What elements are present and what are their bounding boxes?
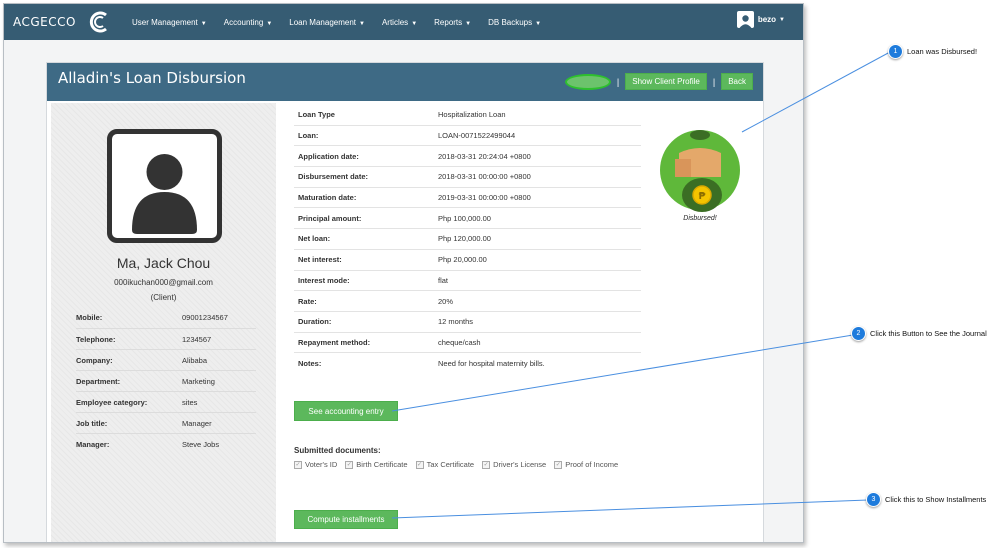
checkbox-checked-icon: ✓ [345, 460, 354, 469]
checkbox-checked-icon: ✓ [554, 460, 563, 469]
callout-1: 1 Loan was Disbursed! [888, 44, 977, 59]
loan-row: Maturation date: 2019-03-31 00:00:00 +080… [294, 188, 641, 209]
doc-birth-certificate[interactable]: ✓ Birth Certificate [345, 460, 408, 469]
user-avatar-icon [736, 11, 754, 28]
loan-row: Notes: Need for hospital maternity bills. [298, 359, 545, 369]
brand-name: ACGECCO [13, 15, 76, 29]
separator: | [712, 76, 716, 87]
loan-row: Loan Type Hospitalization Loan [294, 105, 641, 126]
info-row-mobile: Mobile: 09001234567 [76, 313, 228, 322]
caret-down-icon: ▼ [411, 20, 418, 27]
app-window: ACGECCO User Management ▼ Accounting ▼ Loa… [3, 3, 804, 543]
info-row-job-title: Job title: Manager [76, 412, 256, 433]
caret-down-icon: ▼ [779, 16, 785, 23]
person-silhouette-icon [132, 154, 197, 234]
separator: | [616, 76, 620, 87]
caret-down-icon: ▼ [535, 20, 542, 27]
submitted-documents-title: Submitted documents: [294, 446, 381, 455]
user-name: bezo [757, 15, 777, 24]
client-name: Ma, Jack Chou [116, 255, 211, 271]
loan-disbursion-panel: Alladin's Loan Disbursion | Show Client … [46, 62, 764, 542]
compute-installments-button[interactable]: Compute installments [294, 510, 398, 529]
checkbox-checked-icon: ✓ [482, 460, 491, 469]
loan-row: Application date: 2018-03-31 20:24:04 +08… [294, 146, 641, 168]
info-row-company: Company: Alibaba [76, 349, 256, 370]
callout-text: Loan was Disbursed! [907, 47, 978, 56]
callout-text: Click this to Show Installments [885, 495, 987, 504]
nav-articles[interactable]: Articles ▼ [382, 18, 417, 27]
brand-logo-icon [89, 11, 107, 33]
doc-voters-id[interactable]: ✓ Voter's ID [294, 460, 337, 469]
callout-number: 1 [888, 44, 903, 59]
disbursed-money-bag-icon: ₱ [660, 130, 740, 212]
client-avatar [107, 129, 222, 243]
page-title: Alladin's Loan Disbursion [58, 69, 246, 87]
nav-loan-management[interactable]: Loan Management ▼ [289, 18, 365, 27]
info-row-employee-category: Employee category: sites [76, 391, 256, 412]
info-row-telephone: Telephone: 1234567 [76, 328, 256, 349]
doc-drivers-license[interactable]: ✓ Driver's License [482, 460, 546, 469]
back-button[interactable]: Back [721, 73, 753, 90]
info-row-department: Department: Marketing [76, 370, 256, 391]
loan-details-table: Loan Type Hospitalization Loan Loan: LOAN-… [294, 105, 641, 374]
doc-proof-of-income[interactable]: ✓ Proof of Income [554, 460, 618, 469]
brand[interactable]: ACGECCO [13, 9, 112, 35]
client-info-table: Mobile: 09001234567 Telephone: 1234567 Com… [76, 307, 256, 454]
disbursed-status-label: Disbursed! [683, 215, 717, 222]
callout-number: 3 [866, 492, 881, 507]
callout-2: 2 Click this Button to See the Journal [851, 326, 987, 341]
main-menu: User Management ▼ Accounting ▼ Loan Manage… [132, 18, 558, 27]
loan-row: Principal amount: Php 100,000.00 [294, 208, 641, 230]
callout-3: 3 Click this to Show Installments [866, 492, 986, 507]
loan-row: Rate: 20% [294, 291, 641, 312]
header-actions: | Show Client Profile | Back [564, 73, 753, 90]
highlighted-action-button[interactable] [564, 73, 611, 90]
callout-number: 2 [851, 326, 866, 341]
caret-down-icon: ▼ [465, 20, 472, 27]
panel-header: Alladin's Loan Disbursion | Show Client … [47, 63, 763, 101]
user-menu[interactable]: bezo ▼ [736, 11, 785, 28]
nav-reports[interactable]: Reports ▼ [434, 18, 471, 27]
caret-down-icon: ▼ [200, 20, 207, 27]
coin-symbol: ₱ [699, 191, 706, 202]
checkbox-checked-icon: ✓ [415, 460, 424, 469]
info-row-manager: Manager: Steve Jobs [76, 433, 256, 454]
submitted-documents-list: ✓ Voter's ID ✓ Birth Certificate ✓ Tax Cert… [294, 460, 626, 469]
loan-row: Duration: 12 months [294, 312, 641, 333]
show-client-profile-button[interactable]: Show Client Profile [625, 73, 707, 90]
doc-tax-certificate[interactable]: ✓ Tax Certificate [415, 460, 474, 469]
loan-row: Interest mode: flat [294, 271, 641, 292]
nav-db-backups[interactable]: DB Backups ▼ [488, 18, 541, 27]
client-role: (Client) [150, 293, 177, 302]
loan-row: Disbursement date: 2018-03-31 00:00:00 +0… [294, 167, 641, 188]
caret-down-icon: ▼ [359, 20, 365, 27]
client-profile-column: Ma, Jack Chou 000ikuchan000@gmail.com (C… [51, 103, 276, 542]
top-navbar: ACGECCO User Management ▼ Accounting ▼ Loa… [4, 4, 803, 40]
see-accounting-entry-button[interactable]: See accounting entry [294, 401, 398, 421]
caret-down-icon: ▼ [266, 20, 273, 27]
nav-user-management[interactable]: User Management ▼ [132, 18, 207, 27]
nav-accounting[interactable]: Accounting ▼ [224, 18, 273, 27]
loan-row: Repayment method: cheque/cash [294, 333, 641, 354]
loan-row: Net interest: Php 20,000.00 [294, 250, 641, 271]
checkbox-checked-icon: ✓ [294, 460, 302, 469]
loan-row: Loan: LOAN-0071522499044 [294, 126, 641, 147]
callout-text: Click this Button to See the Journal [870, 329, 987, 338]
client-email: 000ikuchan000@gmail.com [114, 278, 213, 287]
loan-row: Net loan: Php 120,000.00 [294, 229, 641, 250]
